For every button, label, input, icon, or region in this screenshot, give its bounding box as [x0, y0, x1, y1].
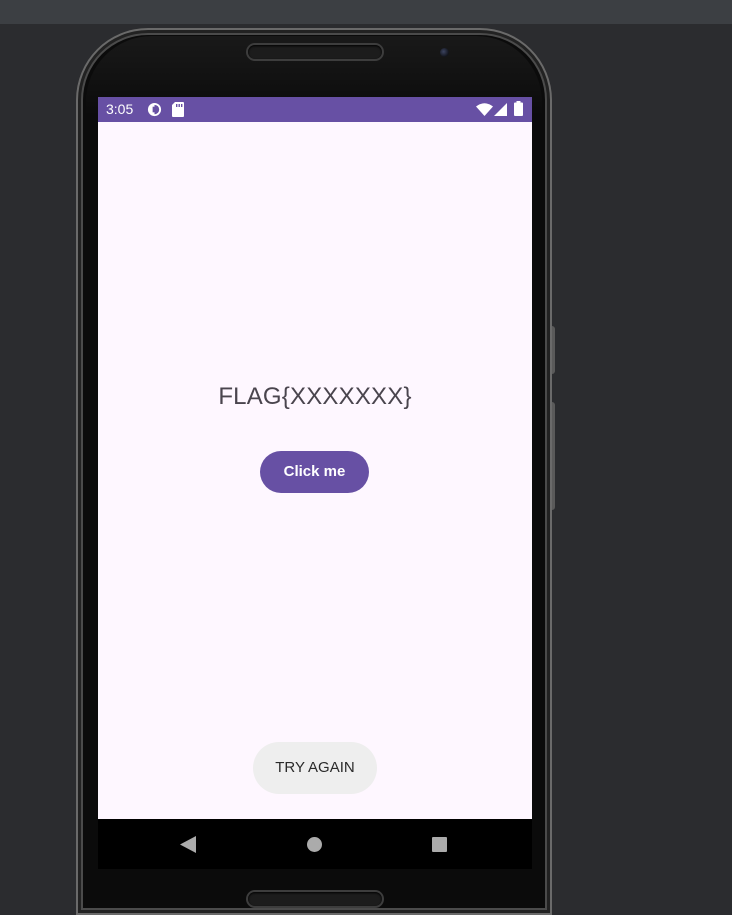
battery-icon — [514, 101, 523, 119]
status-bar: 3:05 — [98, 97, 532, 122]
top-speaker — [248, 45, 382, 59]
wifi-icon — [476, 103, 493, 119]
emulator-top-strip — [0, 0, 732, 24]
home-icon[interactable] — [307, 837, 322, 857]
flag-text: FLAG{XXXXXXX} — [218, 383, 412, 410]
data-saver-icon — [147, 102, 162, 120]
bottom-speaker — [248, 892, 382, 906]
navigation-bar — [98, 819, 532, 869]
phone-screen: 3:05 FLAG{XXXXXXX} Click me TRY AGAIN — [98, 97, 532, 819]
click-me-button[interactable]: Click me — [260, 451, 369, 493]
toast-message: TRY AGAIN — [253, 742, 377, 794]
status-time: 3:05 — [106, 101, 134, 117]
recents-icon[interactable] — [432, 837, 447, 857]
back-icon[interactable] — [180, 836, 196, 858]
sd-card-icon — [172, 102, 184, 120]
cellular-signal-icon — [494, 103, 507, 119]
front-camera — [440, 48, 449, 57]
